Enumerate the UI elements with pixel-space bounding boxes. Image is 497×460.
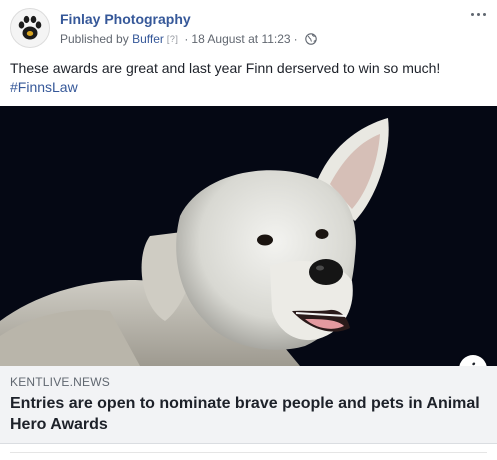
hashtag-link[interactable]: #FinnsLaw [10, 78, 487, 97]
dog-photo [0, 106, 497, 366]
post-text: These awards are great and last year Fin… [10, 60, 441, 76]
divider [10, 452, 487, 453]
post-message: These awards are great and last year Fin… [10, 59, 487, 97]
paw-logo-icon [11, 9, 49, 47]
post-timestamp[interactable]: 18 August at 11:23 [191, 32, 290, 46]
link-domain: KENTLIVE.NEWS [10, 375, 110, 389]
link-preview[interactable]: KENTLIVE.NEWS Entries are open to nomina… [0, 366, 497, 444]
link-title[interactable]: Entries are open to nominate brave peopl… [10, 393, 483, 435]
publisher-link[interactable]: Buffer [132, 32, 164, 46]
meta-separator-2: · [293, 32, 298, 46]
post-image[interactable] [0, 106, 497, 366]
page-name-link[interactable]: Finlay Photography [60, 11, 191, 27]
page-avatar[interactable] [10, 8, 50, 48]
meta-separator: · [184, 32, 189, 46]
facebook-post: Finlay Photography Published by Buffer [… [0, 0, 497, 460]
post-meta: Published by Buffer [?] · 18 August at 1… [60, 32, 317, 46]
published-by-prefix: Published by [60, 32, 129, 46]
globe-icon[interactable] [304, 33, 317, 45]
more-options-icon[interactable] [467, 6, 489, 22]
publisher-help-link[interactable]: [?] [167, 34, 179, 44]
